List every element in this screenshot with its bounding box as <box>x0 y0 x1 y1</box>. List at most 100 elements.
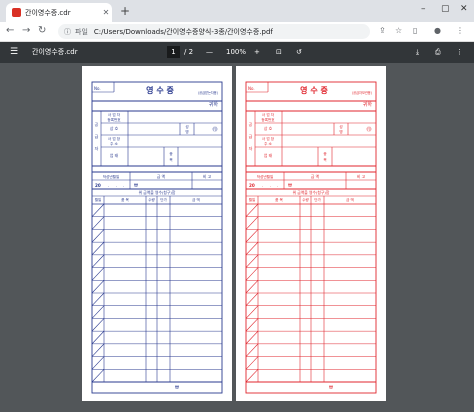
amount-currency: ₩ <box>134 183 138 188</box>
new-tab-button[interactable]: + <box>120 4 130 18</box>
date-dot-1: . <box>262 183 263 188</box>
receipt-title: 영 수 증 <box>300 85 328 95</box>
date-slash <box>91 229 105 243</box>
reload-icon[interactable]: ↻ <box>38 25 46 37</box>
date-slash <box>91 356 105 370</box>
date-dot-3: . <box>123 183 124 188</box>
side-char-2: 급 <box>249 134 253 139</box>
date-dot-3: . <box>277 183 278 188</box>
items-header-cell: 단가 <box>314 197 321 202</box>
date-slash <box>91 305 105 319</box>
name-label-1: 성 <box>185 124 188 129</box>
business-label: 업 태 <box>264 153 273 158</box>
forward-arrow-icon[interactable]: → <box>22 25 30 37</box>
date-slash <box>245 305 259 319</box>
minimize-button[interactable]: – <box>421 3 426 15</box>
date-slash <box>245 203 259 217</box>
date-header: 작성년월일 <box>103 174 120 179</box>
address-label-1: 사 업 장 <box>262 136 275 141</box>
reg-no-label-2: 등록번호 <box>107 117 121 122</box>
reg-no-label-1: 사 업 자 <box>108 112 121 117</box>
name-label-1: 성 <box>339 124 342 129</box>
date-slash <box>245 229 259 243</box>
tab-close-icon[interactable]: ✕ <box>100 8 112 17</box>
bookmark-star-icon[interactable]: ☆ <box>395 26 402 35</box>
items-header-cell: 품 목 <box>275 198 283 202</box>
date-slash <box>245 280 259 294</box>
date-slash <box>91 254 105 268</box>
rotate-icon[interactable]: ↺ <box>296 47 302 58</box>
seal-mark: ㊞ <box>212 126 217 133</box>
side-char-1: 공 <box>95 122 99 127</box>
omnibox[interactable]: ⓘ 파일 C:/Users/Downloads/간이영수증양식-3종/간이영수증… <box>58 24 370 39</box>
pdf-title: 간이영수증.cdr <box>32 48 78 56</box>
window-close-button[interactable]: ✕ <box>460 3 468 15</box>
items-header-cell: 수량 <box>302 197 309 202</box>
receipt-title: 영 수 증 <box>146 85 174 95</box>
browser-tab[interactable]: 간이영수증.cdr ✕ <box>6 3 112 22</box>
seal-mark: ㊞ <box>366 126 371 133</box>
fit-page-icon[interactable]: ⊡ <box>276 47 282 58</box>
more-options-icon[interactable]: ⋮ <box>456 47 463 58</box>
page-total: / 2 <box>184 48 194 56</box>
date-dot-2: . <box>270 183 271 188</box>
item-type-label-1: 종 <box>169 152 173 156</box>
total-currency: ₩ <box>175 385 179 390</box>
copy-type-label: (공급자보관용) <box>352 90 372 95</box>
confirm-text: 위 금액을 영수(청구)함 <box>293 190 330 195</box>
page-number-input[interactable]: 1 <box>167 46 180 58</box>
receipt-form-red: No. 영 수 증 (공급자보관용) 귀하공급자 사 업 자등록번호상 호사 업 장주 … <box>245 81 377 394</box>
date-slash <box>91 216 105 230</box>
date-header: 작성년월일 <box>257 174 274 179</box>
amount-header: 금 액 <box>311 174 320 179</box>
zoom-out-button[interactable]: — <box>206 47 213 58</box>
note-header: 비 고 <box>203 174 212 179</box>
date-slash <box>245 369 259 383</box>
date-slash <box>245 292 259 306</box>
side-panel-icon[interactable]: ▯ <box>413 26 417 35</box>
date-slash <box>91 280 105 294</box>
date-slash <box>91 203 105 217</box>
receipt-page-red: No. 영 수 증 (공급자보관용) 귀하 공 급 자 사 업 자 등록번호 상 호사 업 장주 … <box>236 66 386 401</box>
side-char-2: 급 <box>95 134 99 139</box>
info-icon: ⓘ <box>64 27 71 36</box>
date-prefix: 20 <box>95 183 101 188</box>
address-label-2: 주 소 <box>264 141 272 146</box>
tab-title: 간이영수증.cdr <box>25 8 71 17</box>
date-slash <box>91 292 105 306</box>
receipt-form-blue: No. 영 수 증 (공급받는자용) 귀하공급자 사 업 자등록번호상 호사 업 장주 … <box>91 81 223 394</box>
items-header-cell: 수량 <box>148 197 155 202</box>
reg-no-label-2: 등록번호 <box>261 117 275 122</box>
business-label: 업 태 <box>110 153 119 158</box>
pdf-toolbar: ☰ 간이영수증.cdr 1 / 2 — 100% + ⊡ ↺ ⤓ ⎙ ⋮ <box>0 42 474 63</box>
copy-type-label: (공급받는자용) <box>198 90 218 95</box>
honorific-label: 귀하 <box>209 101 219 108</box>
date-slash <box>245 356 259 370</box>
date-slash <box>245 343 259 357</box>
back-arrow-icon[interactable]: ← <box>6 25 14 37</box>
items-header-cell: 품 목 <box>121 198 129 202</box>
item-type-label-1: 종 <box>323 152 327 156</box>
date-slash <box>91 330 105 345</box>
name-label-2: 명 <box>339 129 342 134</box>
scheme-label: 파일 <box>75 27 88 36</box>
zoom-in-button[interactable]: + <box>254 47 260 58</box>
menu-kebab-icon[interactable]: ⋮ <box>456 26 464 35</box>
item-type-label-2: 목 <box>169 158 173 162</box>
download-icon[interactable]: ⤓ <box>416 47 419 58</box>
side-char-1: 공 <box>249 122 253 127</box>
company-label: 상 호 <box>110 126 119 131</box>
date-slash <box>245 254 259 268</box>
zoom-level[interactable]: 100% <box>226 47 246 58</box>
print-icon[interactable]: ⎙ <box>435 47 441 58</box>
date-slash <box>245 267 259 281</box>
share-icon[interactable]: ⇪ <box>379 26 386 35</box>
maximize-button[interactable]: ▢ <box>441 3 450 15</box>
receipt-page-blue: No. 영 수 증 (공급받는자용) 귀하 공 급 자 사 업 자 등록번호 상 호사 업 장주 … <box>82 66 232 401</box>
profile-icon[interactable]: ● <box>434 26 441 35</box>
address-bar-row: ← → ↻ ⓘ 파일 C:/Users/Downloads/간이영수증양식-3종… <box>0 22 474 42</box>
hamburger-menu-icon[interactable]: ☰ <box>10 47 18 58</box>
date-slash <box>245 216 259 230</box>
reg-no-label-1: 사 업 자 <box>262 112 275 117</box>
confirm-text: 위 금액을 영수(청구)함 <box>139 190 176 195</box>
